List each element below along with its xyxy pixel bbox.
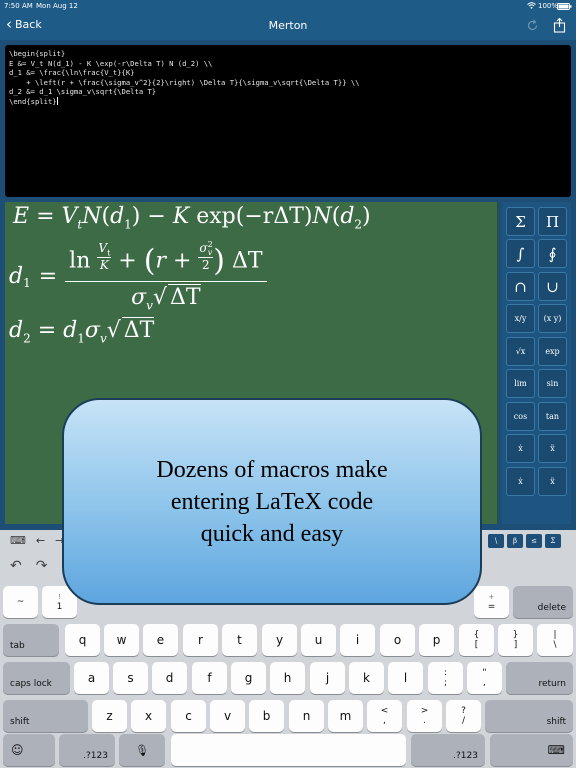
key-b[interactable]: b [249,700,284,732]
key-o[interactable]: o [380,624,415,656]
key-semicolon[interactable]: :; [428,662,463,694]
macro-fraction-button[interactable]: x/y [506,304,535,333]
key-p[interactable]: p [419,624,454,656]
hide-keyboard-key[interactable]: ⌨ [490,734,573,766]
wifi-icon [527,2,536,9]
key-s[interactable]: s [113,662,148,694]
key-z[interactable]: z [92,700,127,732]
key-equals[interactable]: + = [474,586,509,618]
delete-key[interactable]: delete [513,586,573,618]
key-less-than[interactable]: <, [367,700,402,732]
macro-sin-button[interactable]: sin [538,369,567,398]
macro-sum-button[interactable]: Σ [506,207,535,236]
macro-binomial-button[interactable]: (x y) [538,304,567,333]
key-j[interactable]: j [310,662,345,694]
status-bar: 7:50 AM Mon Aug 12 100% [0,0,576,12]
macro-union-button[interactable]: ∪ [538,272,567,301]
promo-line-3: quick and easy [200,520,344,547]
status-date: Mon Aug 12 [36,2,78,10]
key-c[interactable]: c [171,700,206,732]
macro-sqrt-button[interactable]: √x [506,337,535,366]
macro-intersection-button[interactable]: ∩ [506,272,535,301]
key-tilde[interactable]: ~ [3,586,38,618]
macro-integral-button[interactable]: ∫ [506,239,535,268]
key-f[interactable]: f [192,662,227,694]
microphone-icon: 🎙 [135,743,149,757]
key-q[interactable]: q [65,624,100,656]
key-l[interactable]: l [388,662,423,694]
key-pipe[interactable]: | \ [537,624,573,656]
battery-icon [557,3,572,12]
key-w[interactable]: w [104,624,139,656]
equation-line-e: E = VtN(d1) − K exp(−rΔT)N(d2) [13,204,371,232]
relations-button[interactable]: ≤ [526,534,542,548]
greek-button[interactable]: β [507,534,523,548]
latex-code-editor[interactable]: \begin{split} E &= V_t N(d_1) - K \exp(-… [5,45,571,197]
promo-callout: Dozens of macros make entering LaTeX cod… [62,398,482,605]
refresh-icon[interactable] [524,17,540,33]
numbers-key-right[interactable]: .?123 [411,734,485,766]
battery-percent: 100% [538,2,559,10]
macro-cos-button[interactable]: cos [506,402,535,431]
operators-button[interactable]: Σ [545,534,561,548]
key-m[interactable]: m [328,700,363,732]
key-left-brace[interactable]: {[ [459,624,494,656]
macro-product-button[interactable]: Π [538,207,567,236]
macro-tan-button[interactable]: tan [538,402,567,431]
key-y[interactable]: y [262,624,297,656]
shift-left-key[interactable]: shift [3,700,88,732]
key-u[interactable]: u [301,624,336,656]
dictation-key[interactable]: 🎙 [119,734,165,766]
macro-exp-button[interactable]: exp [538,337,567,366]
key-n[interactable]: n [289,700,324,732]
macro-dot-button-2[interactable]: ẋ [506,467,535,496]
equation-line-d2: d2 = d1σv√ ΔT [9,317,155,346]
key-h[interactable]: h [270,662,305,694]
key-question[interactable]: ? / [446,700,481,732]
macro-lim-button[interactable]: lim [506,369,535,398]
d1-fraction: ln Vt K + (r + σ2v 2) ΔT σv√ ΔT [65,240,267,313]
navigation-bar: ‹ Back Merton [0,12,576,40]
shift-right-key[interactable]: shift [485,700,573,732]
backslash-button[interactable]: \ [488,534,504,548]
macro-ddot-button[interactable]: ẍ [538,434,567,463]
emoji-icon: ☺ [11,743,24,757]
caps-lock-key[interactable]: caps lock [3,662,70,694]
macro-palette: Σ Π ∫ ∮ ∩ ∪ x/y (x y) √x exp lim sin cos… [502,202,571,524]
equation-line-d1: d1 = ln Vt K + (r + σ2v 2) ΔT σv√ ΔT [9,240,267,313]
macro-dot-button[interactable]: ẋ [506,434,535,463]
return-key[interactable]: return [506,662,573,694]
promo-line-2: entering LaTeX code [170,488,374,515]
key-i[interactable]: i [340,624,375,656]
tab-key[interactable]: tab [3,624,59,656]
share-icon[interactable] [551,17,567,33]
key-t[interactable]: t [222,624,257,656]
keyboard-toggle-icon[interactable]: ⌨ [10,534,26,547]
undo-icon[interactable]: ↶ [10,558,22,574]
redo-icon[interactable]: ↷ [36,558,48,574]
status-time: 7:50 AM [4,2,33,10]
emoji-key[interactable]: ☺ [3,734,55,766]
key-g[interactable]: g [231,662,266,694]
key-greater-than[interactable]: >. [407,700,442,732]
key-d[interactable]: d [152,662,187,694]
macro-contour-integral-button[interactable]: ∮ [538,239,567,268]
key-a[interactable]: a [74,662,109,694]
key-x[interactable]: x [131,700,166,732]
key-right-brace[interactable]: }] [498,624,533,656]
key-v[interactable]: v [210,700,245,732]
page-title: Merton [268,19,308,32]
key-e[interactable]: e [143,624,178,656]
latex-code-text: \begin{split} E &= V_t N(d_1) - K \exp(-… [9,49,360,106]
key-r[interactable]: r [183,624,218,656]
arrow-left-icon[interactable]: ← [36,534,45,547]
numbers-key-left[interactable]: .?123 [59,734,115,766]
key-quote[interactable]: ", [467,662,502,694]
key-k[interactable]: k [349,662,384,694]
text-caret [56,96,58,105]
space-bar[interactable] [171,734,406,766]
macro-ddot-button-2[interactable]: ẍ [538,467,567,496]
keyboard-dismiss-icon: ⌨ [547,743,565,757]
promo-line-1: Dozens of macros make [156,456,388,483]
